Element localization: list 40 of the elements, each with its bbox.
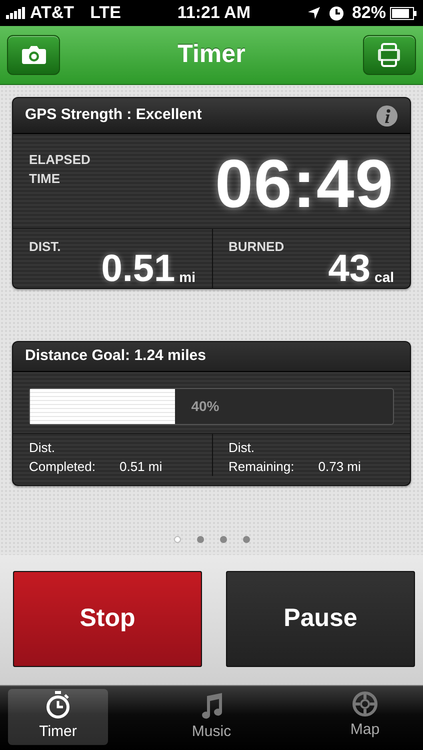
page-dot[interactable] xyxy=(174,536,180,543)
stop-button[interactable]: Stop xyxy=(13,571,202,667)
distance-goal-title: Distance Goal: 1.24 miles xyxy=(25,346,206,366)
remaining-value: 0.73 mi xyxy=(318,458,361,476)
pause-button[interactable]: Pause xyxy=(226,571,415,667)
page-dot[interactable] xyxy=(242,536,250,543)
distance-label: DIST. xyxy=(29,238,61,256)
distance-unit: mi xyxy=(179,268,196,287)
music-note-icon xyxy=(200,691,224,719)
tab-button[interactable]: Timer xyxy=(8,689,108,745)
completed-value: 0.51 mi xyxy=(119,458,162,476)
burned-label: BURNED xyxy=(228,238,284,256)
tab-button[interactable]: Music xyxy=(162,689,262,745)
crosshair-icon xyxy=(352,691,378,717)
page-dot[interactable] xyxy=(220,536,226,543)
progress-percent: 40% xyxy=(191,397,220,416)
camera-icon xyxy=(20,45,46,65)
alarm-clock-icon xyxy=(328,6,344,20)
calories-value: 43 xyxy=(328,250,371,288)
gps-strength-title: GPS Strength : Excellent xyxy=(25,105,202,126)
carrier-name: AT&T xyxy=(30,2,74,24)
stopwatch-icon xyxy=(45,691,71,719)
battery-percent: 82% xyxy=(352,2,386,24)
page-title: Timer xyxy=(178,39,246,70)
tab-button[interactable]: Map xyxy=(315,689,415,745)
camera-button[interactable] xyxy=(7,35,60,75)
signal-icon xyxy=(6,7,26,19)
info-icon[interactable] xyxy=(376,104,398,126)
remaining-label: Dist. Remaining: xyxy=(228,439,294,476)
clock-time: 11:21 AM xyxy=(177,2,250,24)
distance-value: 0.51 xyxy=(101,250,176,288)
battery-icon xyxy=(390,6,417,20)
elapsed-time-value: 06:49 xyxy=(215,150,394,224)
location-icon xyxy=(306,6,321,20)
completed-label: Dist. Completed: xyxy=(29,439,96,476)
page-dot[interactable] xyxy=(196,536,204,543)
calories-unit: cal xyxy=(374,268,394,287)
network-type: LTE xyxy=(90,2,121,24)
rotate-screen-button[interactable] xyxy=(362,35,416,75)
elapsed-time-label: ELAPSED TIME xyxy=(29,151,90,188)
